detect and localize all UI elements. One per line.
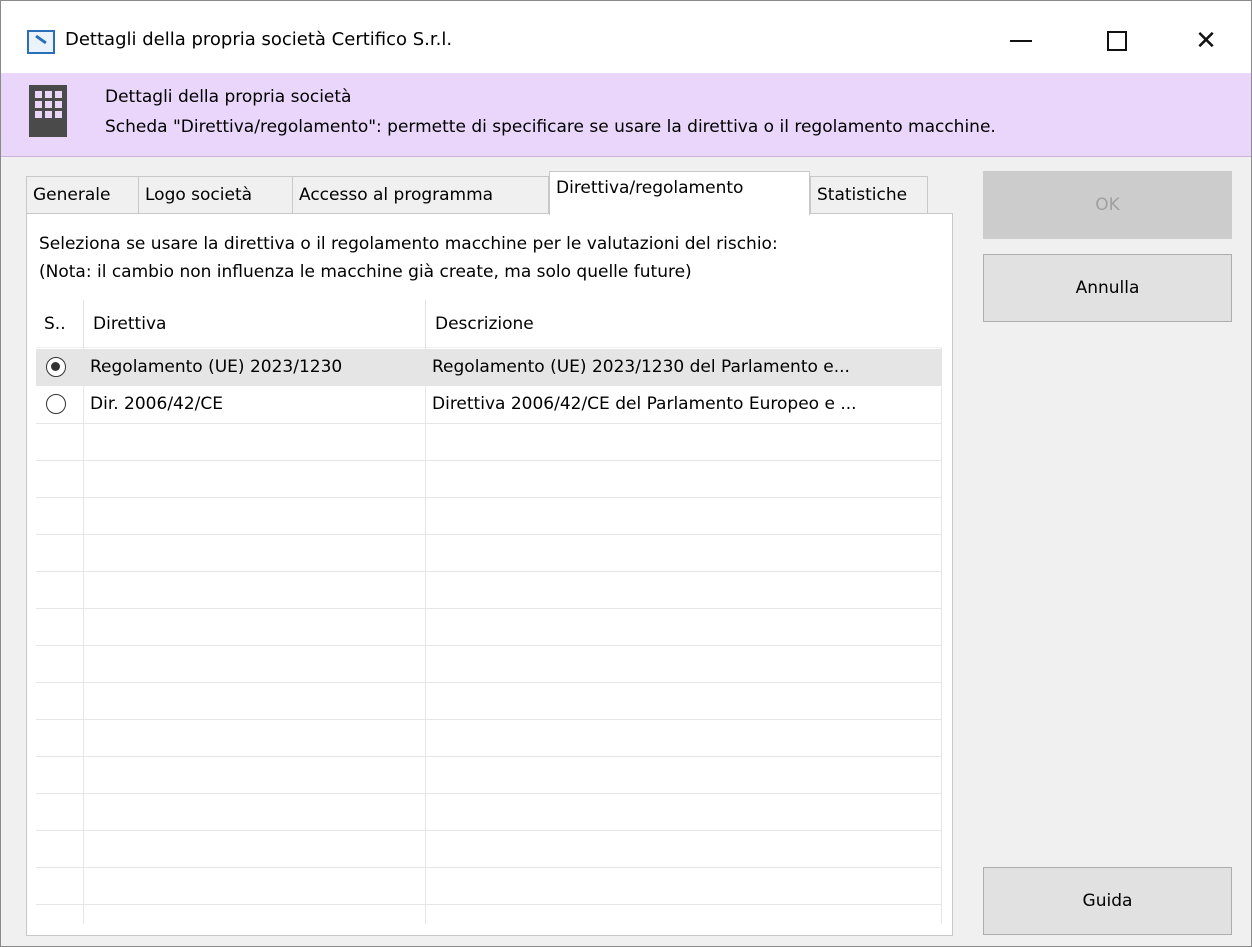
maximize-button[interactable] xyxy=(1077,1,1157,81)
title-bar: Dettagli della propria società Certifico… xyxy=(1,1,1251,81)
table-row[interactable]: Dir. 2006/42/CE Direttiva 2006/42/CE del… xyxy=(36,386,942,423)
close-icon: ✕ xyxy=(1195,26,1217,56)
maximize-icon xyxy=(1107,31,1127,51)
cell-description: Direttiva 2006/42/CE del Parlamento Euro… xyxy=(432,394,857,414)
column-header-descrizione[interactable]: Descrizione xyxy=(427,300,941,348)
tab-panel-direttiva: Seleziona se usare la direttiva o il reg… xyxy=(26,213,953,936)
building-icon xyxy=(29,85,67,137)
app-icon xyxy=(27,30,55,54)
cell-directive: Dir. 2006/42/CE xyxy=(90,394,224,414)
tab-accesso-programma[interactable]: Accesso al programma xyxy=(292,176,549,214)
minimize-icon xyxy=(1010,40,1032,42)
directive-list[interactable]: S.. Direttiva Descrizione Regolamento (U… xyxy=(36,300,942,924)
radio-direttiva[interactable] xyxy=(46,394,66,414)
tab-statistiche[interactable]: Statistiche xyxy=(810,176,928,214)
dialog-window: Dettagli della propria società Certifico… xyxy=(0,0,1252,947)
column-header-direttiva[interactable]: Direttiva xyxy=(85,300,425,348)
tab-direttiva-regolamento[interactable]: Direttiva/regolamento xyxy=(549,171,810,215)
tab-logo-societa[interactable]: Logo società xyxy=(138,176,293,214)
table-row[interactable]: Regolamento (UE) 2023/1230 Regolamento (… xyxy=(36,349,942,386)
header-banner: Dettagli della propria società Scheda "D… xyxy=(1,73,1251,157)
header-title: Dettagli della propria società xyxy=(105,87,352,107)
list-header: S.. Direttiva Descrizione xyxy=(36,300,942,348)
window-title: Dettagli della propria società Certifico… xyxy=(65,29,453,50)
cancel-button[interactable]: Annulla xyxy=(983,254,1232,322)
note-text: (Nota: il cambio non influenza le macchi… xyxy=(39,262,692,282)
header-description: Scheda "Direttiva/regolamento": permette… xyxy=(105,117,996,137)
cell-description: Regolamento (UE) 2023/1230 del Parlament… xyxy=(432,357,850,377)
tab-generale[interactable]: Generale xyxy=(26,176,139,214)
help-button[interactable]: Guida xyxy=(983,867,1232,935)
instruction-text: Seleziona se usare la direttiva o il reg… xyxy=(39,234,778,254)
close-button[interactable]: ✕ xyxy=(1166,1,1246,81)
cell-directive: Regolamento (UE) 2023/1230 xyxy=(90,357,343,377)
radio-regolamento[interactable] xyxy=(46,357,66,377)
column-header-select[interactable]: S.. xyxy=(36,300,83,348)
minimize-button[interactable] xyxy=(981,1,1061,81)
ok-button[interactable]: OK xyxy=(983,171,1232,239)
